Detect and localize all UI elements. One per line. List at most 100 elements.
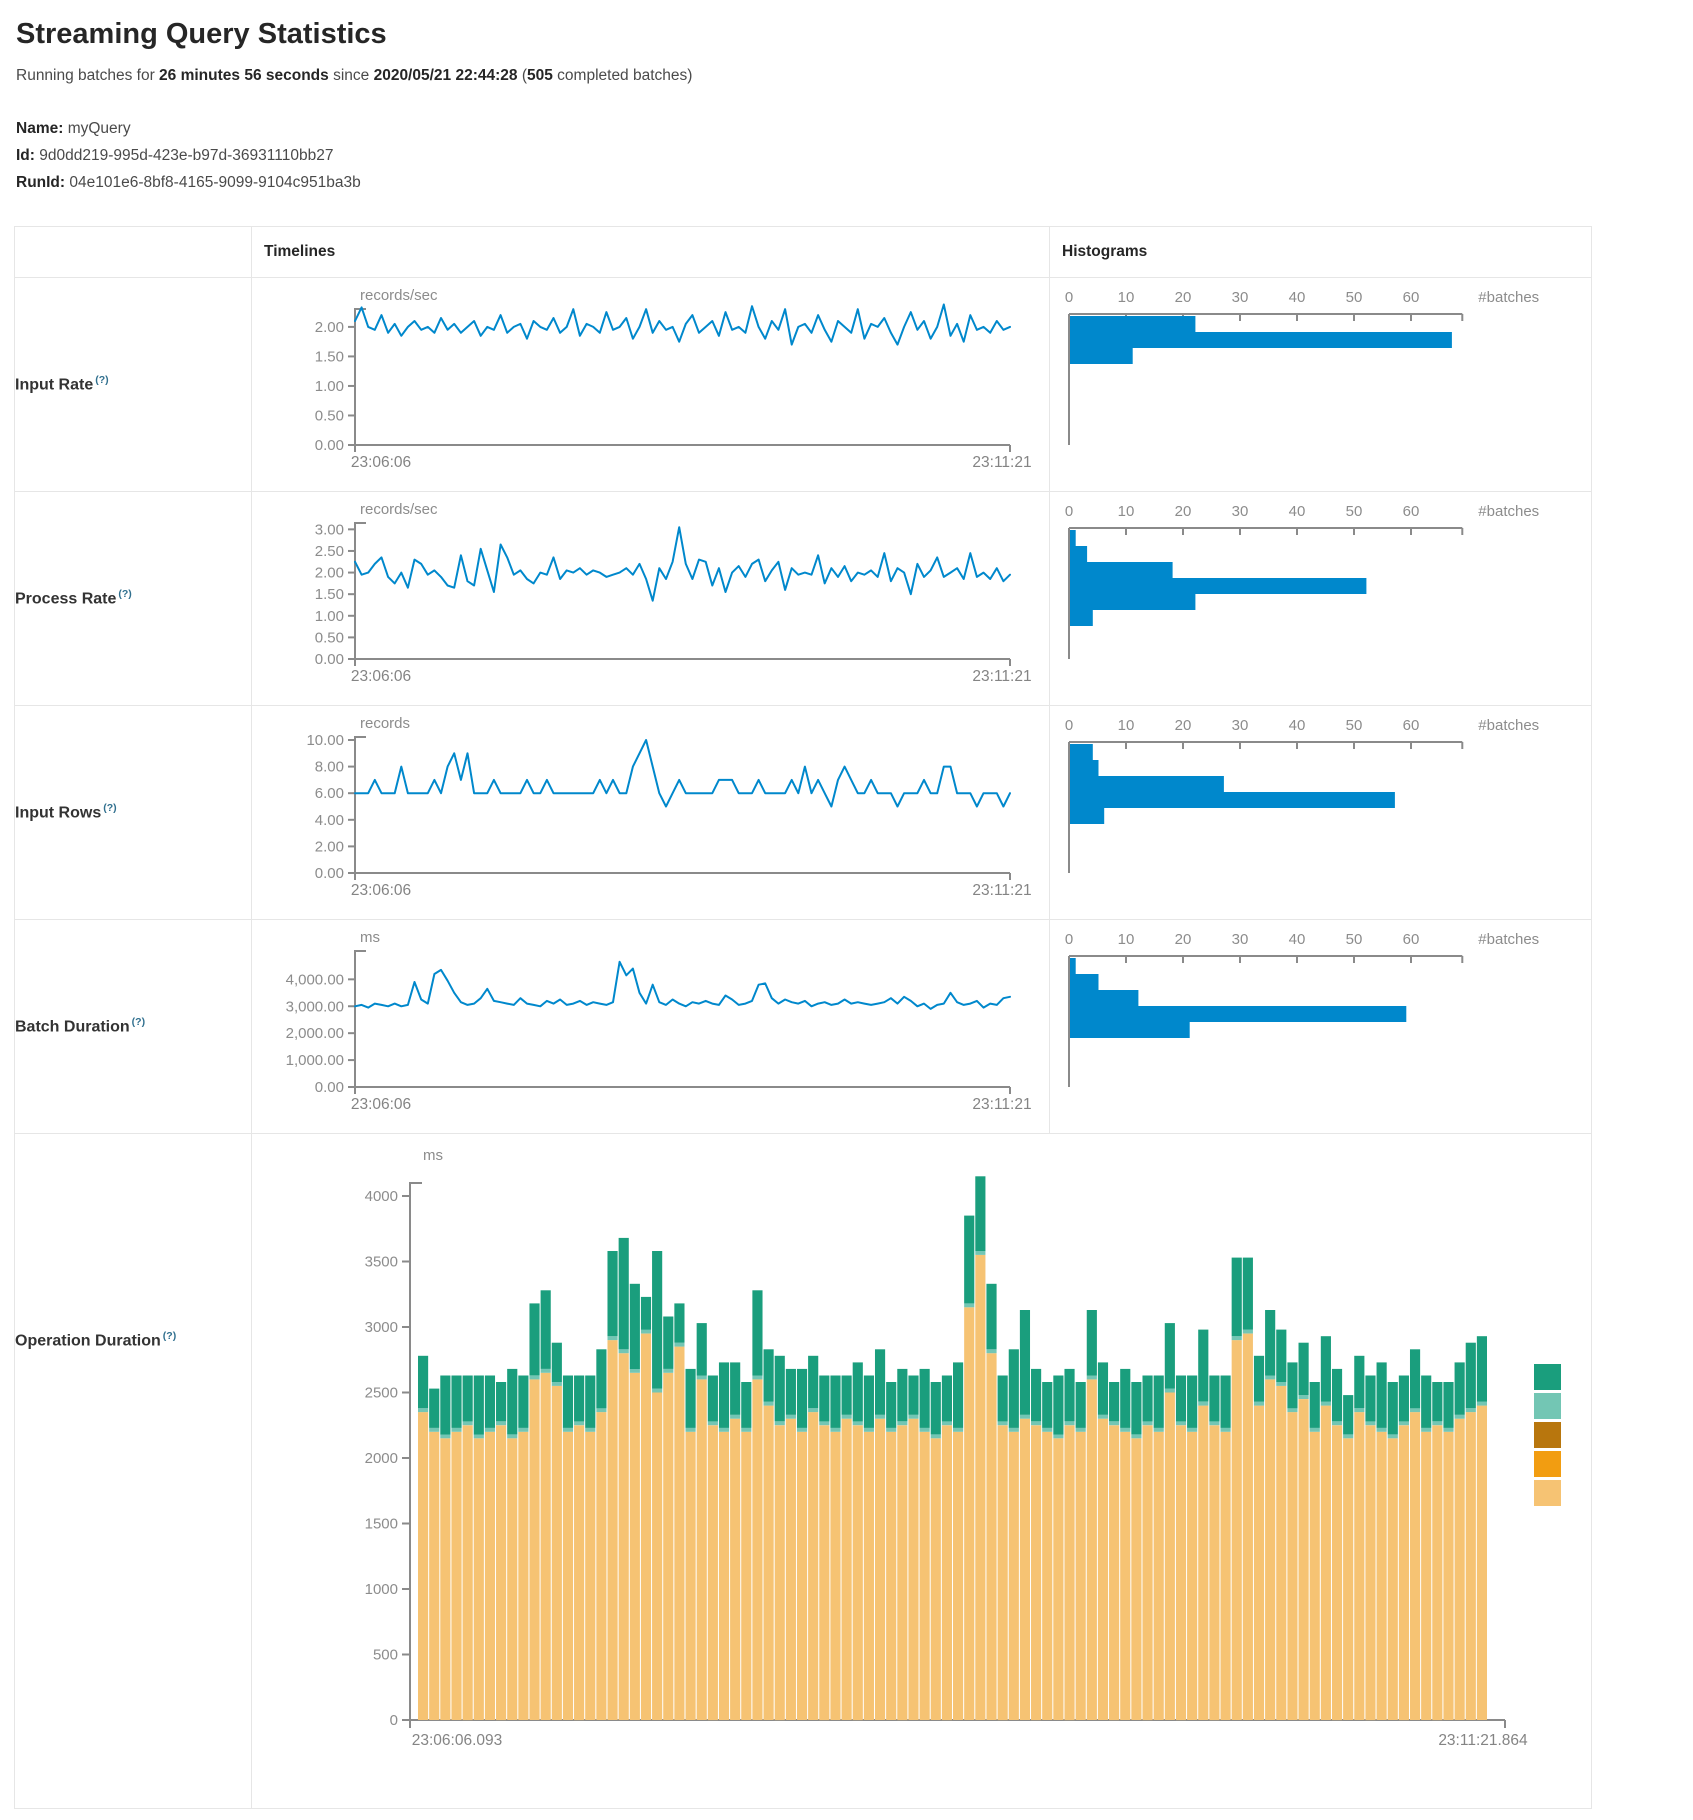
input-rate-timeline-chart: records/sec0.000.501.001.502.0023:06:062… xyxy=(252,278,1048,491)
empty-header-cell xyxy=(15,227,252,278)
svg-text:60: 60 xyxy=(1403,503,1420,520)
svg-text:30: 30 xyxy=(1232,717,1249,734)
process-rate-timeline-chart: records/sec0.000.501.001.502.002.503.002… xyxy=(252,492,1048,705)
svg-text:0: 0 xyxy=(1065,717,1073,734)
svg-text:20: 20 xyxy=(1175,503,1192,520)
svg-text:3,000.00: 3,000.00 xyxy=(286,998,344,1015)
svg-text:23:06:06.093: 23:06:06.093 xyxy=(412,1732,503,1749)
input-rate-row: Input Rate(?) records/sec0.000.501.001.5… xyxy=(15,278,1592,492)
svg-text:3500: 3500 xyxy=(365,1254,398,1271)
help-icon[interactable]: (?) xyxy=(118,588,131,600)
batch-duration-histogram-cell: 0 10 20 30 40 50 60 #batches xyxy=(1050,920,1592,1134)
svg-text:40: 40 xyxy=(1289,503,1306,520)
streaming-statistics-page: Streaming Query Statistics Running batch… xyxy=(0,0,1693,1820)
svg-text:2500: 2500 xyxy=(365,1385,398,1402)
svg-text:10.00: 10.00 xyxy=(306,732,344,749)
summary-prefix: Running batches for xyxy=(16,67,159,84)
start-time: 2020/05/21 22:44:28 xyxy=(374,67,518,84)
help-icon[interactable]: (?) xyxy=(132,1016,145,1028)
row-label-text: Process Rate xyxy=(15,591,116,608)
help-icon[interactable]: (?) xyxy=(163,1330,176,1342)
svg-text:4000: 4000 xyxy=(365,1188,398,1205)
operation-duration-label: Operation Duration(?) xyxy=(15,1134,252,1809)
input-rate-label: Input Rate(?) xyxy=(15,278,252,492)
legend-swatch[interactable] xyxy=(1534,1364,1561,1390)
query-runid-label: RunId: xyxy=(16,174,65,191)
svg-text:1.00: 1.00 xyxy=(315,608,344,625)
svg-text:1,000.00: 1,000.00 xyxy=(286,1052,344,1069)
svg-text:500: 500 xyxy=(373,1647,398,1664)
svg-text:4.00: 4.00 xyxy=(315,812,344,829)
svg-text:23:11:21.864: 23:11:21.864 xyxy=(1438,1732,1528,1749)
svg-text:40: 40 xyxy=(1289,931,1306,948)
row-label-text: Input Rows xyxy=(15,805,101,822)
svg-text:2.00: 2.00 xyxy=(315,565,344,582)
svg-text:10: 10 xyxy=(1118,717,1135,734)
process-rate-label: Process Rate(?) xyxy=(15,492,252,706)
page-title: Streaming Query Statistics xyxy=(16,18,1693,51)
svg-text:1500: 1500 xyxy=(365,1516,398,1533)
svg-text:0.00: 0.00 xyxy=(315,437,344,454)
svg-text:0: 0 xyxy=(390,1712,398,1729)
svg-text:1.00: 1.00 xyxy=(315,378,344,395)
svg-text:50: 50 xyxy=(1346,931,1363,948)
operation-duration-row: Operation Duration(?) ms0500100015002000… xyxy=(15,1134,1592,1809)
svg-text:0: 0 xyxy=(1065,931,1073,948)
svg-text:23:11:21: 23:11:21 xyxy=(972,668,1031,685)
svg-text:1.50: 1.50 xyxy=(315,348,344,365)
input-rows-timeline-chart: records0.002.004.006.008.0010.0023:06:06… xyxy=(252,706,1048,919)
svg-text:10: 10 xyxy=(1118,503,1135,520)
input-rate-timeline-cell: records/sec0.000.501.001.502.0023:06:062… xyxy=(252,278,1050,492)
help-icon[interactable]: (?) xyxy=(103,802,116,814)
input-rows-histogram-cell: 0102030405060#batches xyxy=(1050,706,1592,920)
svg-text:23:06:06: 23:06:06 xyxy=(351,454,411,471)
input-rate-histogram-cell: 0102030405060#batches xyxy=(1050,278,1592,492)
input-rows-label: Input Rows(?) xyxy=(15,706,252,920)
svg-text:6.00: 6.00 xyxy=(315,785,344,802)
legend-swatch[interactable] xyxy=(1534,1393,1561,1419)
svg-text:0.50: 0.50 xyxy=(315,407,344,424)
svg-text:2.50: 2.50 xyxy=(315,543,344,560)
svg-text:1.50: 1.50 xyxy=(315,586,344,603)
help-icon[interactable]: (?) xyxy=(95,374,108,386)
query-id-row: Id: 9d0dd219-995d-423e-b97d-36931110bb27 xyxy=(16,142,1693,169)
process-rate-histogram-chart: 0102030405060#batches xyxy=(1050,492,1590,705)
row-label-text: Operation Duration xyxy=(15,1332,161,1349)
svg-text:2.00: 2.00 xyxy=(315,838,344,855)
svg-text:10: 10 xyxy=(1118,289,1135,306)
svg-text:#batches: #batches xyxy=(1478,717,1539,734)
svg-text:50: 50 xyxy=(1346,503,1363,520)
query-name-label: Name: xyxy=(16,120,63,137)
svg-text:8.00: 8.00 xyxy=(315,759,344,776)
legend-swatch[interactable] xyxy=(1534,1451,1561,1477)
process-rate-histogram-cell: 0102030405060#batches xyxy=(1050,492,1592,706)
histograms-header: Histograms xyxy=(1050,227,1592,278)
svg-text:0.00: 0.00 xyxy=(315,865,344,882)
svg-text:10: 10 xyxy=(1118,931,1135,948)
svg-text:50: 50 xyxy=(1346,717,1363,734)
input-rows-row: Input Rows(?) records0.002.004.006.008.0… xyxy=(15,706,1592,920)
stats-table: Timelines Histograms Input Rate(?) recor… xyxy=(14,226,1592,1809)
running-batches-summary: Running batches for 26 minutes 56 second… xyxy=(16,67,1693,85)
legend-swatch[interactable] xyxy=(1534,1422,1561,1448)
row-label-text: Batch Duration xyxy=(15,1019,130,1036)
svg-text:2000: 2000 xyxy=(365,1450,398,1467)
svg-text:23:06:06: 23:06:06 xyxy=(351,668,411,685)
svg-text:40: 40 xyxy=(1289,289,1306,306)
svg-text:3.00: 3.00 xyxy=(315,521,344,538)
svg-text:60: 60 xyxy=(1403,931,1420,948)
svg-text:records/sec: records/sec xyxy=(360,501,438,518)
operation-duration-stacked-chart: ms0500100015002000250030003500400023:06:… xyxy=(252,1134,1590,1808)
input-rows-histogram-chart: 0102030405060#batches xyxy=(1050,706,1590,919)
svg-text:#batches: #batches xyxy=(1478,931,1539,948)
batch-duration-timeline-chart: ms0.001,000.002,000.003,000.004,000.0023… xyxy=(252,920,1048,1133)
batch-duration-label: Batch Duration(?) xyxy=(15,920,252,1134)
svg-text:0: 0 xyxy=(1065,503,1073,520)
svg-text:20: 20 xyxy=(1175,931,1192,948)
svg-text:2.00: 2.00 xyxy=(315,319,344,336)
legend-swatch[interactable] xyxy=(1534,1480,1561,1506)
svg-text:0: 0 xyxy=(1065,289,1073,306)
row-label-text: Input Rate xyxy=(15,377,93,394)
svg-text:3000: 3000 xyxy=(365,1319,398,1336)
svg-text:30: 30 xyxy=(1232,931,1249,948)
